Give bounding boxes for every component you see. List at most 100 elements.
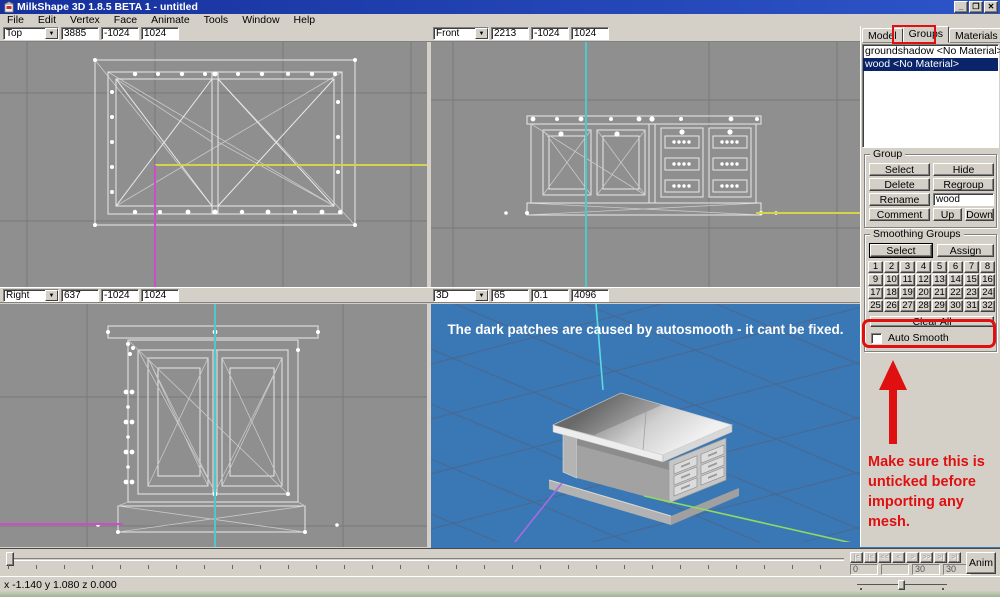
smoothing-number-button[interactable]: 3 <box>900 261 915 273</box>
smoothing-number-button[interactable]: 6 <box>948 261 963 273</box>
timeline-track[interactable] <box>8 558 844 561</box>
viewport-3d-field-1[interactable] <box>491 289 529 302</box>
transport-button[interactable]: << <box>878 552 891 563</box>
smoothing-number-button[interactable]: 7 <box>964 261 979 273</box>
close-icon[interactable]: ✕ <box>984 1 998 13</box>
panel-tab[interactable]: Model <box>862 28 903 43</box>
group-down-button[interactable]: Down <box>965 208 994 221</box>
smoothing-number-button[interactable]: 16 <box>980 274 995 286</box>
menu-item[interactable]: Help <box>287 14 323 26</box>
transport-button[interactable]: |< <box>864 552 877 563</box>
smoothing-number-button[interactable]: 26 <box>884 300 899 312</box>
panel-tab[interactable]: Groups <box>903 26 949 43</box>
smoothing-number-button[interactable]: 30 <box>948 300 963 312</box>
viewport-front-mode-select[interactable]: Front ▼ <box>433 27 489 40</box>
smoothing-number-button[interactable]: 11 <box>900 274 915 286</box>
viewport-right-field-1[interactable] <box>61 289 99 302</box>
group-regroup-button[interactable]: Regroup <box>933 178 994 191</box>
anim-frame-field[interactable]: 0 <box>850 564 878 575</box>
minimize-icon[interactable]: _ <box>954 1 968 13</box>
viewport-front-field-1[interactable] <box>491 27 529 40</box>
restore-icon[interactable]: ❒ <box>969 1 983 13</box>
viewport-right-field-3[interactable] <box>141 289 179 302</box>
chevron-down-icon[interactable]: ▼ <box>45 290 58 301</box>
smoothing-number-button[interactable]: 9 <box>868 274 883 286</box>
menu-item[interactable]: Face <box>107 14 144 26</box>
menu-item[interactable]: Tools <box>197 14 236 26</box>
smoothing-number-button[interactable]: 27 <box>900 300 915 312</box>
clear-all-button[interactable]: Clear All <box>870 316 994 327</box>
transport-button[interactable]: < <box>892 552 905 563</box>
viewport-front-canvas[interactable] <box>431 42 860 287</box>
chevron-down-icon[interactable]: ▼ <box>475 290 488 301</box>
menu-item[interactable]: Vertex <box>63 14 107 26</box>
group-delete-button[interactable]: Delete <box>869 178 930 191</box>
viewport-3d-field-3[interactable] <box>571 289 609 302</box>
chevron-down-icon[interactable]: ▼ <box>45 28 58 39</box>
smoothing-number-button[interactable]: 32 <box>980 300 995 312</box>
groups-list-item[interactable]: wood <No Material> <box>863 58 998 71</box>
viewport-top-field-2[interactable] <box>101 27 139 40</box>
smoothing-number-button[interactable]: 2 <box>884 261 899 273</box>
smoothing-number-button[interactable]: 18 <box>884 287 899 299</box>
group-rename-input[interactable] <box>933 193 994 206</box>
transport-button[interactable]: >| <box>948 552 961 563</box>
viewport-top-field-3[interactable] <box>141 27 179 40</box>
menu-item[interactable]: Animate <box>144 14 197 26</box>
transport-button[interactable]: >| <box>934 552 947 563</box>
viewport-front-field-3[interactable] <box>571 27 609 40</box>
timeline-slider-handle[interactable] <box>6 552 14 566</box>
smoothing-select-button[interactable]: Select <box>870 244 932 257</box>
transport-button[interactable]: >> <box>920 552 933 563</box>
smoothing-number-button[interactable]: 23 <box>964 287 979 299</box>
menu-item[interactable]: File <box>0 14 31 26</box>
viewport-3d-canvas[interactable]: The dark patches are caused by autosmoot… <box>431 304 860 547</box>
smoothing-number-button[interactable]: 22 <box>948 287 963 299</box>
viewport-right-canvas[interactable] <box>0 304 427 547</box>
smoothing-assign-button[interactable]: Assign <box>937 244 994 257</box>
viewport-3d-field-2[interactable] <box>531 289 569 302</box>
smoothing-number-button[interactable]: 20 <box>916 287 931 299</box>
viewport-top-field-1[interactable] <box>61 27 99 40</box>
viewport-3d-mode-select[interactable]: 3D ▼ <box>433 289 489 302</box>
transport-button[interactable]: |< <box>850 552 863 563</box>
menu-item[interactable]: Edit <box>31 14 63 26</box>
title-bar[interactable]: MilkShape 3D 1.8.5 BETA 1 - untitled _ ❒… <box>0 0 1000 14</box>
smoothing-number-button[interactable]: 13 <box>932 274 947 286</box>
anim-frame-field[interactable]: 30 <box>912 564 940 575</box>
smoothing-number-button[interactable]: 21 <box>932 287 947 299</box>
group-up-button[interactable]: Up <box>933 208 962 221</box>
smoothing-number-button[interactable]: 14 <box>948 274 963 286</box>
smoothing-number-button[interactable]: 8 <box>980 261 995 273</box>
viewport-right-mode-select[interactable]: Right ▼ <box>3 289 59 302</box>
smoothing-number-button[interactable]: 12 <box>916 274 931 286</box>
menu-item[interactable]: Window <box>235 14 286 26</box>
zoom-slider-handle[interactable] <box>898 580 905 590</box>
smoothing-number-button[interactable]: 25 <box>868 300 883 312</box>
smoothing-number-button[interactable]: 15 <box>964 274 979 286</box>
groups-list[interactable]: groundshadow <No Material>wood <No Mater… <box>862 44 999 148</box>
smoothing-number-button[interactable]: 10 <box>884 274 899 286</box>
group-select-button[interactable]: Select <box>869 163 930 176</box>
anim-toggle-button[interactable]: Anim <box>966 552 996 574</box>
anim-frame-field[interactable] <box>881 564 909 575</box>
smoothing-number-button[interactable]: 17 <box>868 287 883 299</box>
groups-list-item[interactable]: groundshadow <No Material> <box>863 45 998 58</box>
chevron-down-icon[interactable]: ▼ <box>475 28 488 39</box>
panel-tab[interactable]: Materials <box>949 28 1000 43</box>
smoothing-number-button[interactable]: 19 <box>900 287 915 299</box>
smoothing-number-button[interactable]: 24 <box>980 287 995 299</box>
group-hide-button[interactable]: Hide <box>933 163 994 176</box>
group-comment-button[interactable]: Comment <box>869 208 930 221</box>
viewport-right-field-2[interactable] <box>101 289 139 302</box>
viewport-top-canvas[interactable] <box>0 42 427 287</box>
transport-button[interactable]: > <box>906 552 919 563</box>
smoothing-number-button[interactable]: 28 <box>916 300 931 312</box>
viewport-front-field-2[interactable] <box>531 27 569 40</box>
smoothing-number-button[interactable]: 5 <box>932 261 947 273</box>
smoothing-number-button[interactable]: 31 <box>964 300 979 312</box>
smoothing-number-button[interactable]: 29 <box>932 300 947 312</box>
auto-smooth-checkbox[interactable] <box>871 333 882 344</box>
group-rename-button[interactable]: Rename <box>869 193 930 206</box>
smoothing-number-button[interactable]: 4 <box>916 261 931 273</box>
